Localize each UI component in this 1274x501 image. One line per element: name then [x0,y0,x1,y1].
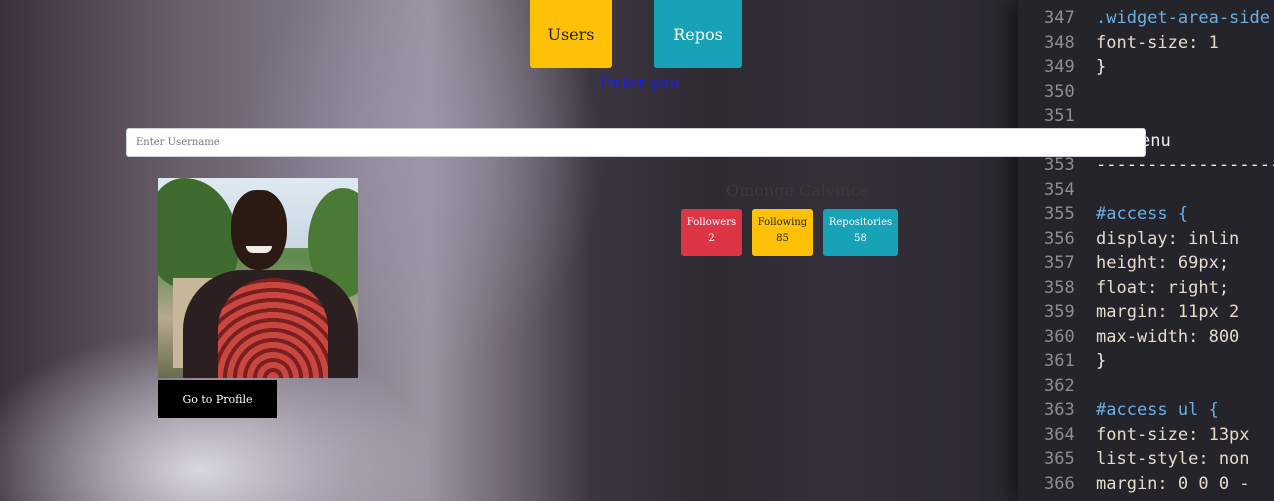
code-line-text: height: 69px; [1096,253,1230,273]
go-to-profile-button[interactable]: Go to Profile [158,380,277,418]
code-line-number: 357 [1044,253,1075,273]
followers-count: 2 [708,233,715,244]
code-line-number: 360 [1044,326,1075,347]
text-caret [635,114,636,124]
following-badge: Following 85 [752,209,813,256]
code-line-number: 362 [1044,375,1075,396]
username-search-input[interactable] [126,128,1146,157]
code-line-text: ------------------ [1096,155,1274,175]
code-line-number: 361 [1044,351,1075,371]
code-line-number: 349 [1044,57,1075,77]
repositories-badge: Repositories 58 [823,209,898,256]
code-line-number: 354 [1044,179,1075,200]
code-line-text: } [1096,351,1107,371]
profile-name: Omonge Calvince [726,181,869,200]
code-line-text: font-size: 1 [1096,32,1219,53]
code-line-number: 355 [1044,204,1075,224]
repositories-count: 58 [854,233,867,244]
following-count: 85 [776,233,789,244]
code-line-number: 365 [1044,449,1075,469]
avatar [158,178,358,378]
code-line-number: 356 [1044,228,1075,249]
code-line-number: 353 [1044,155,1075,175]
followers-label: Followers [686,217,737,228]
enter-label: Enter you [600,73,680,92]
code-line-number: 358 [1044,277,1075,298]
code-line-text: margin: 11px 2 [1096,302,1240,322]
code-line-text: float: right; [1096,277,1230,298]
following-label: Following [757,217,808,228]
code-line-text: #access ul { [1096,400,1219,420]
code-line-text: display: inlin [1096,228,1240,249]
code-line-text: } [1096,57,1107,77]
code-line-text: font-size: 13px [1096,424,1250,445]
code-line-number: 363 [1044,400,1075,420]
code-line-number: 364 [1044,424,1075,445]
code-line-text: margin: 0 0 0 - [1096,473,1250,494]
code-line-number: 359 [1044,302,1075,322]
repos-button[interactable]: Repos [654,0,742,68]
code-line-number: 350 [1044,81,1075,102]
code-line-text: .widget-area-side [1096,8,1270,28]
background-code-monitor: 347 .widget-area-side 348 font-size: 1 349}… [1018,0,1274,501]
code-line-number: 347 [1044,8,1075,28]
code-line-text: #access { [1096,204,1189,224]
code-line-number: 351 [1044,106,1075,126]
code-line-number: 348 [1044,32,1075,53]
repositories-label: Repositories [828,217,893,228]
code-line-text: max-width: 800 [1096,326,1240,347]
code-line-text: list-style: non [1096,449,1250,469]
users-button[interactable]: Users [530,0,612,68]
followers-badge: Followers 2 [681,209,742,256]
code-line-number: 366 [1044,473,1075,494]
